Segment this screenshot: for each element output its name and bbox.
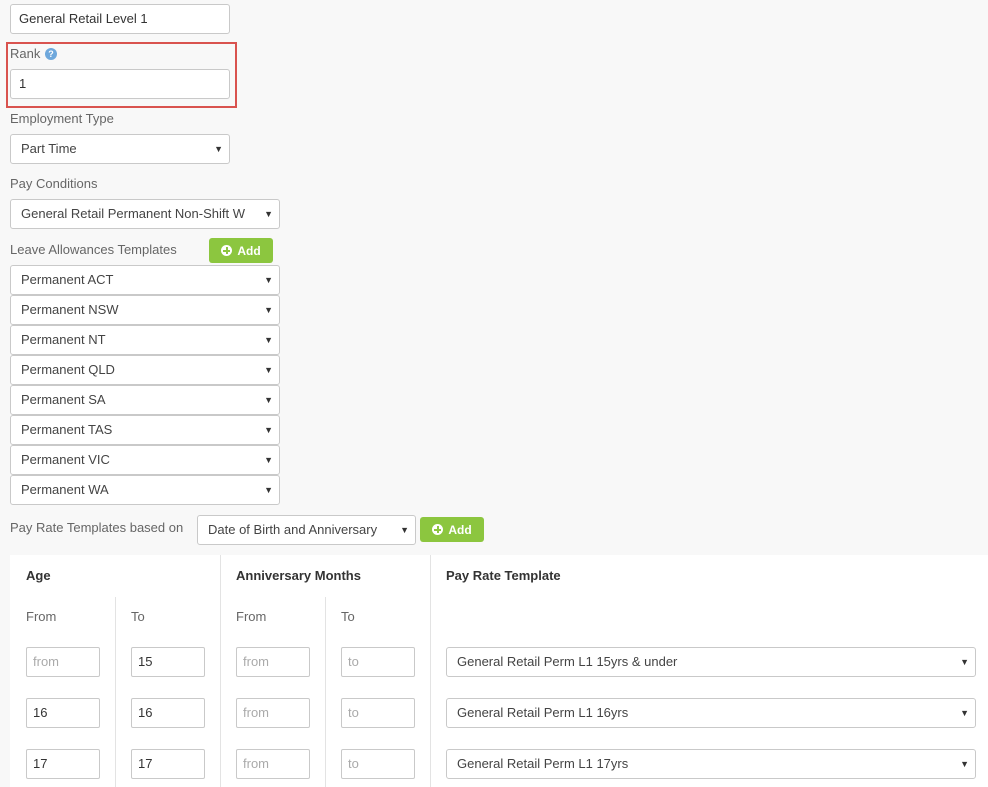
pay-rate-template-value: General Retail Perm L1 17yrs bbox=[457, 756, 629, 771]
leave-template-select[interactable]: Permanent QLD ▼ bbox=[10, 355, 280, 385]
pay-rate-based-on-value: Date of Birth and Anniversary bbox=[208, 522, 378, 537]
anniversary-from-header: From bbox=[236, 609, 267, 624]
plus-circle-icon bbox=[221, 245, 233, 256]
leave-template-value: Permanent QLD bbox=[21, 362, 115, 377]
plus-circle-icon bbox=[432, 524, 444, 535]
pay-conditions-select[interactable]: General Retail Permanent Non-Shift W ▼ bbox=[10, 199, 280, 229]
age-from-header: From bbox=[26, 609, 57, 624]
caret-down-icon: ▼ bbox=[214, 144, 223, 154]
age-to-input[interactable]: 16 bbox=[131, 698, 205, 728]
add-pay-rate-button[interactable]: Add bbox=[420, 517, 484, 542]
pay-rate-template-select[interactable]: General Retail Perm L1 16yrs ▼ bbox=[446, 698, 976, 728]
caret-down-icon: ▼ bbox=[264, 365, 273, 375]
add-label: Add bbox=[237, 243, 261, 258]
name-input[interactable]: General Retail Level 1 bbox=[10, 4, 230, 34]
divider bbox=[430, 555, 431, 787]
caret-down-icon: ▼ bbox=[264, 395, 273, 405]
leave-template-select[interactable]: Permanent WA ▼ bbox=[10, 475, 280, 505]
rank-input[interactable]: 1 bbox=[10, 69, 230, 99]
employment-type-label: Employment Type bbox=[10, 111, 114, 126]
leave-template-value: Permanent NT bbox=[21, 332, 106, 347]
age-from-input[interactable]: from bbox=[26, 647, 100, 677]
leave-template-value: Permanent ACT bbox=[21, 272, 114, 287]
leave-template-select[interactable]: Permanent NT ▼ bbox=[10, 325, 280, 355]
anniversary-to-input[interactable]: to bbox=[341, 647, 415, 677]
pay-rate-template-select[interactable]: General Retail Perm L1 17yrs ▼ bbox=[446, 749, 976, 779]
caret-down-icon: ▼ bbox=[960, 759, 969, 769]
anniversary-to-input[interactable]: to bbox=[341, 698, 415, 728]
age-to-input[interactable]: 15 bbox=[131, 647, 205, 677]
caret-down-icon: ▼ bbox=[264, 209, 273, 219]
anniversary-months-header: Anniversary Months bbox=[236, 568, 361, 583]
leave-template-value: Permanent VIC bbox=[21, 452, 110, 467]
age-to-header: To bbox=[131, 609, 145, 624]
caret-down-icon: ▼ bbox=[264, 275, 273, 285]
leave-template-select[interactable]: Permanent ACT ▼ bbox=[10, 265, 280, 295]
anniversary-to-input[interactable]: to bbox=[341, 749, 415, 779]
leave-template-value: Permanent WA bbox=[21, 482, 109, 497]
anniversary-from-input[interactable]: from bbox=[236, 698, 310, 728]
add-leave-template-button[interactable]: Add bbox=[209, 238, 273, 263]
age-to-input[interactable]: 17 bbox=[131, 749, 205, 779]
caret-down-icon: ▼ bbox=[264, 335, 273, 345]
caret-down-icon: ▼ bbox=[264, 305, 273, 315]
leave-template-value: Permanent SA bbox=[21, 392, 106, 407]
caret-down-icon: ▼ bbox=[264, 425, 273, 435]
leave-template-select[interactable]: Permanent NSW ▼ bbox=[10, 295, 280, 325]
pay-rate-template-header: Pay Rate Template bbox=[446, 568, 561, 583]
divider bbox=[220, 555, 221, 787]
leave-template-select[interactable]: Permanent SA ▼ bbox=[10, 385, 280, 415]
add-label: Add bbox=[448, 522, 472, 537]
caret-down-icon: ▼ bbox=[264, 485, 273, 495]
pay-rate-template-value: General Retail Perm L1 15yrs & under bbox=[457, 654, 678, 669]
age-header: Age bbox=[26, 568, 51, 583]
pay-conditions-value: General Retail Permanent Non-Shift W bbox=[21, 206, 245, 221]
caret-down-icon: ▼ bbox=[400, 525, 409, 535]
pay-rate-table: Age Anniversary Months Pay Rate Template… bbox=[10, 555, 988, 787]
leave-template-value: Permanent NSW bbox=[21, 302, 119, 317]
leave-template-select[interactable]: Permanent TAS ▼ bbox=[10, 415, 280, 445]
pay-rate-based-on-label: Pay Rate Templates based on bbox=[10, 520, 184, 535]
pay-rate-based-on-select[interactable]: Date of Birth and Anniversary ▼ bbox=[197, 515, 416, 545]
pay-rate-template-value: General Retail Perm L1 16yrs bbox=[457, 705, 629, 720]
caret-down-icon: ▼ bbox=[960, 657, 969, 667]
pay-conditions-label: Pay Conditions bbox=[10, 176, 98, 191]
caret-down-icon: ▼ bbox=[960, 708, 969, 718]
leave-template-value: Permanent TAS bbox=[21, 422, 113, 437]
age-from-input[interactable]: 17 bbox=[26, 749, 100, 779]
divider bbox=[325, 597, 326, 787]
leave-allowances-label: Leave Allowances Templates bbox=[10, 242, 177, 257]
age-from-input[interactable]: 16 bbox=[26, 698, 100, 728]
caret-down-icon: ▼ bbox=[264, 455, 273, 465]
anniversary-from-input[interactable]: from bbox=[236, 749, 310, 779]
anniversary-to-header: To bbox=[341, 609, 355, 624]
help-icon[interactable]: ? bbox=[45, 48, 57, 60]
employment-type-value: Part Time bbox=[21, 141, 77, 156]
rank-label: Rank bbox=[10, 46, 41, 61]
divider bbox=[115, 597, 116, 787]
pay-rate-template-select[interactable]: General Retail Perm L1 15yrs & under ▼ bbox=[446, 647, 976, 677]
leave-template-select[interactable]: Permanent VIC ▼ bbox=[10, 445, 280, 475]
anniversary-from-input[interactable]: from bbox=[236, 647, 310, 677]
employment-type-select[interactable]: Part Time ▼ bbox=[10, 134, 230, 164]
